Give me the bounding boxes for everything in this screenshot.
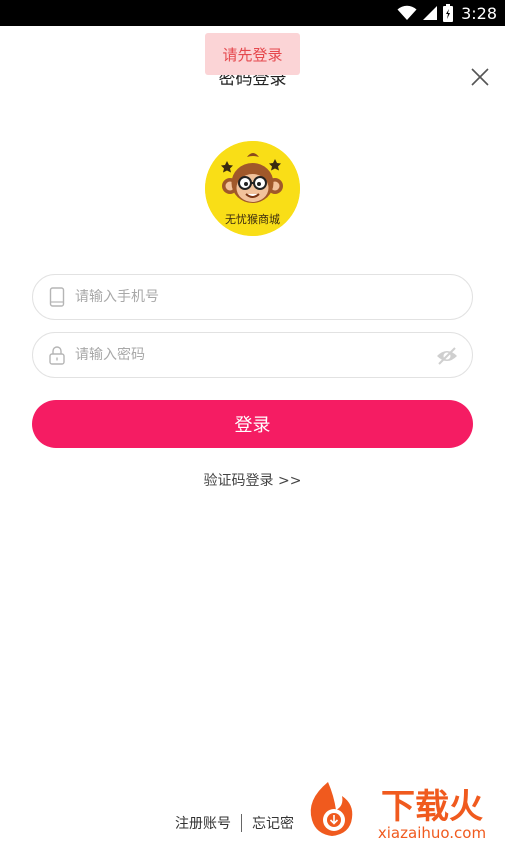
footer-divider: [241, 814, 242, 832]
wifi-icon: [397, 5, 417, 20]
eye-off-icon[interactable]: [436, 345, 458, 367]
login-button[interactable]: 登录: [32, 400, 473, 448]
monkey-logo-icon: 无忧猴商城: [205, 141, 300, 236]
watermark: 下载火 xiazaihuo.com: [300, 776, 505, 843]
password-field[interactable]: [32, 332, 473, 378]
close-icon[interactable]: [469, 66, 491, 88]
sms-login-link[interactable]: 验证码登录 >>: [0, 470, 505, 490]
phone-input[interactable]: [75, 289, 395, 305]
phone-icon: [47, 286, 67, 308]
battery-icon: [443, 4, 454, 22]
logo-text: 无忧猴商城: [225, 212, 280, 226]
register-link[interactable]: 注册账号: [175, 813, 231, 833]
watermark-site: xiazaihuo.com: [378, 824, 486, 842]
status-time: 3:28: [461, 3, 497, 23]
app-logo: 无忧猴商城: [205, 141, 300, 236]
lock-icon: [47, 344, 67, 366]
footer-links: 注册账号 忘记密: [175, 812, 294, 834]
forgot-password-link[interactable]: 忘记密: [252, 813, 294, 833]
password-input[interactable]: [75, 347, 395, 363]
signal-icon: [423, 6, 438, 20]
watermark-brand: 下载火: [381, 787, 483, 827]
phone-field[interactable]: [32, 274, 473, 320]
status-icons: 3:28: [397, 0, 497, 26]
toast-message: 请先登录: [205, 33, 300, 75]
status-bar: 3:28: [0, 0, 505, 26]
